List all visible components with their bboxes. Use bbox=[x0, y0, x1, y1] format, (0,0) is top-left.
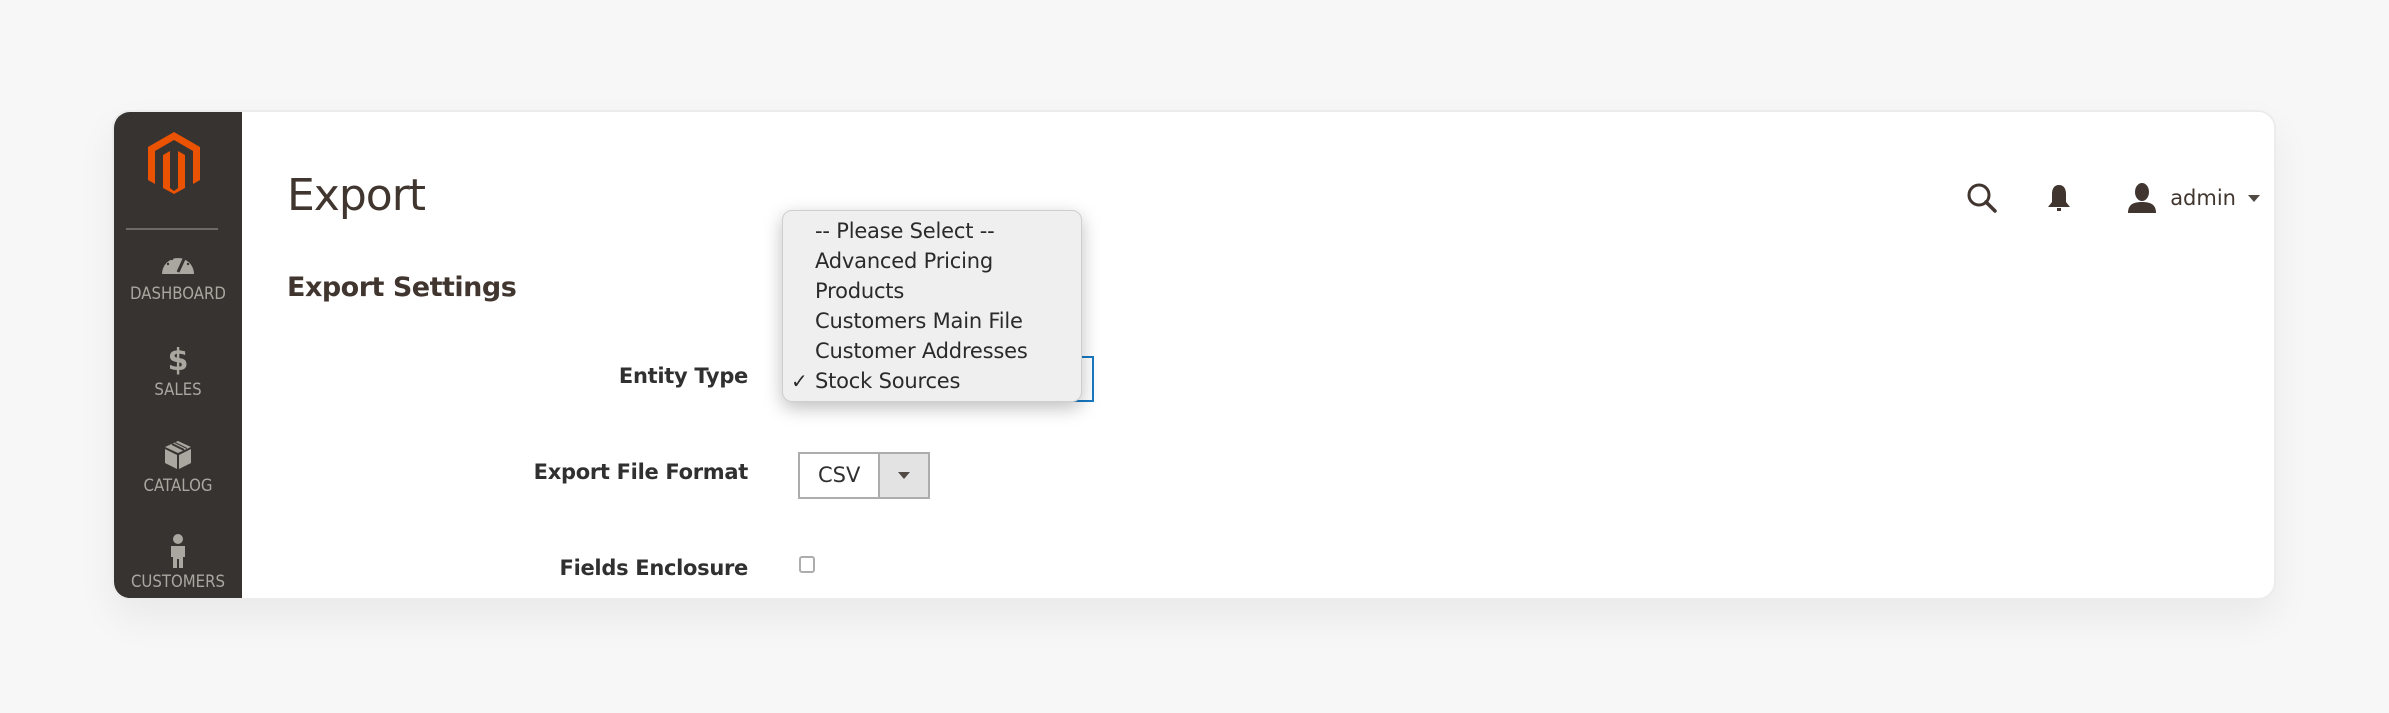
svg-text:$: $ bbox=[168, 343, 189, 375]
fields-enclosure-checkbox[interactable] bbox=[799, 556, 815, 573]
admin-window: DASHBOARD $ SALES CATALOG CUSTOMERS Expo… bbox=[112, 110, 2276, 600]
box-icon bbox=[114, 438, 242, 472]
option-label: Advanced Pricing bbox=[815, 249, 993, 273]
user-menu[interactable]: admin bbox=[2126, 182, 2260, 214]
dollar-icon: $ bbox=[114, 342, 242, 376]
sidebar-item-dashboard[interactable]: DASHBOARD bbox=[114, 246, 242, 304]
dropdown-option-selected[interactable]: ✓ Stock Sources bbox=[783, 366, 1081, 396]
option-label: Customers Main File bbox=[815, 309, 1023, 333]
export-file-format-select[interactable]: CSV bbox=[798, 452, 930, 499]
option-label: Products bbox=[815, 279, 905, 303]
search-icon[interactable] bbox=[1966, 182, 1998, 214]
caret-down-icon bbox=[898, 472, 910, 479]
sidebar-item-label: DASHBOARD bbox=[130, 284, 226, 304]
dropdown-option[interactable]: -- Please Select -- bbox=[783, 216, 1081, 246]
magento-logo-icon[interactable] bbox=[144, 130, 204, 196]
sidebar-item-sales[interactable]: $ SALES bbox=[114, 342, 242, 400]
user-name: admin bbox=[2170, 186, 2236, 210]
option-label: Stock Sources bbox=[815, 369, 961, 393]
select-value: CSV bbox=[818, 463, 861, 487]
option-label: -- Please Select -- bbox=[815, 219, 995, 243]
sidebar-item-label: CUSTOMERS bbox=[130, 572, 226, 592]
dropdown-option[interactable]: Advanced Pricing bbox=[783, 246, 1081, 276]
section-title: Export Settings bbox=[287, 272, 517, 303]
user-icon bbox=[2126, 182, 2158, 214]
dropdown-option[interactable]: Products bbox=[783, 276, 1081, 306]
page-title: Export bbox=[287, 170, 426, 221]
export-file-format-label: Export File Format bbox=[533, 460, 749, 484]
sidebar-item-label: SALES bbox=[154, 380, 202, 400]
checkmark-icon: ✓ bbox=[791, 369, 808, 393]
speedometer-icon bbox=[114, 246, 242, 280]
person-icon bbox=[114, 534, 242, 568]
entity-type-dropdown: -- Please Select -- Advanced Pricing Pro… bbox=[782, 210, 1082, 402]
select-arrow-button[interactable] bbox=[878, 454, 928, 497]
option-label: Customer Addresses bbox=[815, 339, 1028, 363]
sidebar-item-customers[interactable]: CUSTOMERS bbox=[114, 534, 242, 592]
dropdown-option[interactable]: Customer Addresses bbox=[783, 336, 1081, 366]
bell-icon[interactable] bbox=[2046, 183, 2072, 213]
caret-down-icon bbox=[2248, 194, 2260, 202]
header-actions: admin bbox=[1966, 178, 2260, 218]
entity-type-label: Entity Type bbox=[618, 364, 748, 388]
sidebar-item-catalog[interactable]: CATALOG bbox=[114, 438, 242, 496]
sidebar: DASHBOARD $ SALES CATALOG CUSTOMERS bbox=[114, 112, 242, 598]
dropdown-option[interactable]: Customers Main File bbox=[783, 306, 1081, 336]
fields-enclosure-label: Fields Enclosure bbox=[559, 556, 749, 580]
sidebar-item-label: CATALOG bbox=[143, 476, 213, 496]
sidebar-divider bbox=[126, 228, 218, 230]
